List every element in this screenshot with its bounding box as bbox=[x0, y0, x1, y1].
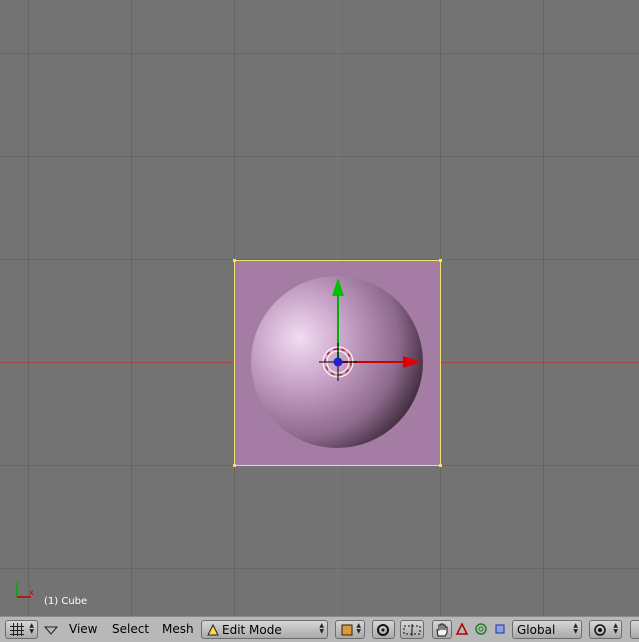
transform-orientation-selector[interactable]: Global ▲ ▼ bbox=[512, 620, 582, 639]
stepper-arrows-icon: ▲ ▼ bbox=[319, 622, 324, 635]
rotate-toggle[interactable] bbox=[473, 620, 489, 639]
scale-icon bbox=[495, 624, 505, 634]
3d-view-header: ▲ ▼ View Select Mesh Edit Mode ▲ ▼ ▲ ▼ G… bbox=[0, 616, 639, 642]
edit-mode-icon bbox=[207, 624, 219, 636]
rotate-icon bbox=[475, 623, 487, 635]
stepper-arrows-icon: ▲ ▼ bbox=[613, 622, 618, 635]
proportional-edit-selector[interactable] bbox=[400, 620, 424, 639]
translate-icon bbox=[455, 622, 469, 635]
pivot-point-selector[interactable] bbox=[372, 620, 395, 639]
mesh-menu[interactable]: Mesh bbox=[162, 622, 194, 636]
layer-button[interactable] bbox=[630, 620, 639, 639]
menu-collapse-icon[interactable] bbox=[43, 624, 59, 635]
hand-manipulator-icon bbox=[436, 623, 448, 637]
mode-selector-label: Edit Mode bbox=[222, 623, 282, 637]
draw-type-selector[interactable]: ▲ ▼ bbox=[335, 620, 365, 639]
scale-toggle[interactable] bbox=[492, 620, 508, 639]
grid-editor-type-icon bbox=[10, 623, 24, 636]
stepper-arrows-icon: ▲ ▼ bbox=[573, 622, 578, 635]
hand-manipulator-toggle[interactable] bbox=[432, 620, 452, 639]
solid-draw-icon bbox=[341, 624, 353, 636]
view-menu[interactable]: View bbox=[69, 622, 97, 636]
proportional-edit-icon bbox=[403, 624, 421, 636]
pivot-point-icon bbox=[377, 624, 389, 636]
viewport-canvas[interactable]: y x bbox=[0, 0, 639, 616]
object-name-label: (1) Cube bbox=[44, 596, 88, 607]
stepper-arrows-icon: ▲ ▼ bbox=[356, 622, 361, 635]
snap-icon bbox=[594, 624, 606, 636]
select-menu[interactable]: Select bbox=[112, 622, 149, 636]
translate-toggle[interactable] bbox=[454, 620, 470, 639]
svg-text:x: x bbox=[29, 588, 34, 597]
svg-text:y: y bbox=[14, 579, 19, 588]
transform-orientation-label: Global bbox=[517, 623, 556, 637]
3d-viewport[interactable]: y x (1) Cube bbox=[0, 0, 639, 616]
axis-gizmo: y x bbox=[14, 579, 34, 598]
editor-type-selector[interactable]: ▲ ▼ bbox=[5, 620, 38, 639]
mode-selector[interactable]: Edit Mode ▲ ▼ bbox=[201, 620, 328, 639]
snap-selector[interactable]: ▲ ▼ bbox=[589, 620, 622, 639]
stepper-arrows-icon: ▲ ▼ bbox=[29, 622, 34, 635]
